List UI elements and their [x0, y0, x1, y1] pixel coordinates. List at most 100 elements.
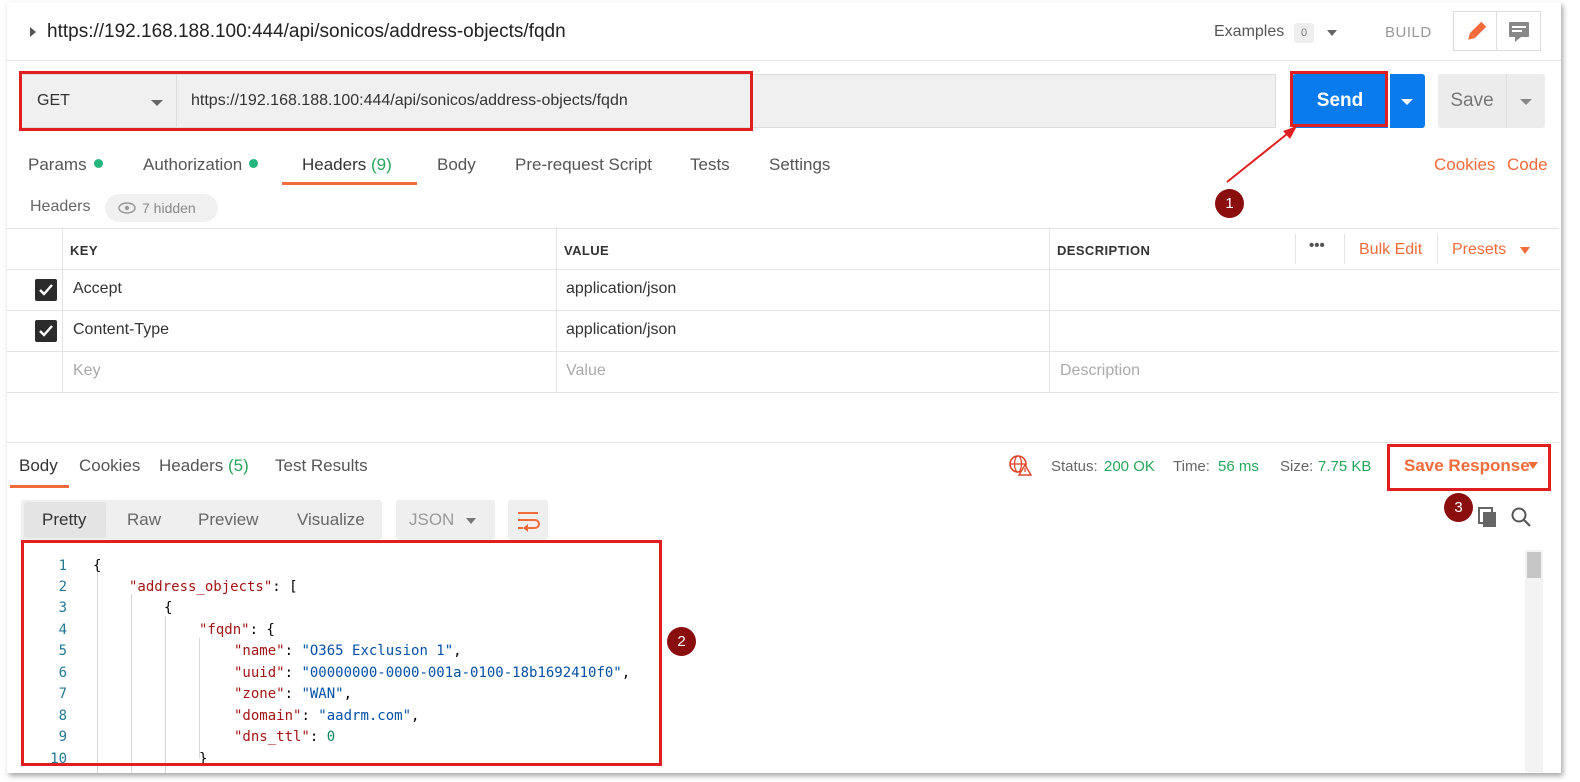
- tab-tests[interactable]: Tests: [690, 155, 730, 175]
- chevron-down-icon: [1401, 99, 1413, 105]
- save-response-button[interactable]: Save Response: [1404, 456, 1530, 476]
- bulk-edit-link[interactable]: Bulk Edit: [1359, 241, 1422, 259]
- hidden-headers-toggle[interactable]: 7 hidden: [105, 194, 218, 222]
- copy-icon[interactable]: [1476, 506, 1498, 528]
- code-line: "zone": "WAN",: [234, 686, 353, 702]
- header-enabled-checkbox[interactable]: [35, 279, 57, 301]
- table-border: [7, 310, 1559, 311]
- json-string: "aadrm.com": [318, 708, 412, 724]
- new-description-input[interactable]: Description: [1060, 362, 1140, 380]
- column-header-description: DESCRIPTION: [1057, 243, 1151, 258]
- save-options-button[interactable]: [1506, 74, 1545, 128]
- presets-dropdown[interactable]: Presets: [1452, 241, 1506, 259]
- json-key: "uuid": [234, 665, 285, 681]
- json-string: "WAN": [301, 686, 344, 702]
- active-response-tab-indicator: [10, 485, 69, 488]
- line-number: 8: [58, 708, 67, 724]
- column-header-value: VALUE: [564, 243, 610, 258]
- new-key-input[interactable]: Key: [73, 362, 101, 380]
- tab-body[interactable]: Body: [437, 155, 476, 175]
- editor-scrollbar-thumb[interactable]: [1527, 552, 1541, 578]
- response-tab-body[interactable]: Body: [19, 456, 58, 476]
- table-divider: [1049, 228, 1050, 393]
- method-select[interactable]: GET: [20, 74, 177, 128]
- section-divider: [7, 442, 1559, 443]
- build-mode-label[interactable]: BUILD: [1385, 24, 1432, 41]
- code-line: "domain": "aadrm.com",: [234, 708, 420, 724]
- tab-headers[interactable]: Headers (9): [302, 155, 392, 175]
- response-tab-cookies[interactable]: Cookies: [79, 456, 140, 476]
- code-token: : [: [272, 579, 298, 595]
- tab-settings[interactable]: Settings: [769, 155, 830, 175]
- code-line: {: [93, 558, 101, 574]
- line-number: 6: [58, 665, 67, 681]
- status-value[interactable]: 200 OK: [1104, 458, 1155, 475]
- header-value-cell[interactable]: application/json: [566, 321, 676, 339]
- code-token: {: [93, 558, 102, 574]
- size-value[interactable]: 7.75 KB: [1318, 458, 1371, 475]
- json-key: "fqdn": [199, 622, 250, 638]
- format-visualize[interactable]: Visualize: [297, 510, 365, 530]
- tab-params[interactable]: Params: [28, 155, 103, 175]
- line-number: 9: [58, 729, 67, 745]
- edit-mode-button[interactable]: [1453, 11, 1497, 51]
- more-options-icon[interactable]: •••: [1309, 237, 1325, 254]
- table-divider: [556, 228, 557, 393]
- line-number: 5: [58, 643, 67, 659]
- editor-scrollbar[interactable]: [1525, 550, 1543, 772]
- json-key: "zone": [234, 686, 285, 702]
- language-value: JSON: [409, 510, 455, 529]
- line-number: 2: [58, 579, 67, 595]
- send-options-button[interactable]: [1390, 74, 1425, 128]
- header-key-cell[interactable]: Accept: [73, 280, 122, 298]
- line-number: 1: [58, 558, 67, 574]
- chevron-down-icon[interactable]: [1520, 247, 1530, 254]
- code-line: "name": "O365 Exclusion 1",: [234, 643, 462, 659]
- comments-button[interactable]: [1497, 11, 1541, 51]
- format-raw[interactable]: Raw: [127, 510, 161, 530]
- chevron-down-icon[interactable]: [1327, 30, 1337, 36]
- format-pretty[interactable]: Pretty: [42, 510, 86, 530]
- request-title-bar: https://192.168.188.100:444/api/sonicos/…: [7, 2, 1561, 61]
- tab-prerequest-script[interactable]: Pre-request Script: [515, 155, 652, 175]
- method-value: GET: [37, 92, 70, 109]
- cookies-link[interactable]: Cookies: [1434, 155, 1495, 175]
- examples-button[interactable]: Examples: [1214, 23, 1284, 41]
- language-select[interactable]: JSON: [396, 500, 495, 540]
- response-tab-test-results[interactable]: Test Results: [275, 456, 368, 476]
- time-value[interactable]: 56 ms: [1218, 458, 1259, 475]
- tab-authorization[interactable]: Authorization: [143, 155, 259, 175]
- format-preview[interactable]: Preview: [198, 510, 258, 530]
- expand-caret-icon[interactable]: [30, 27, 36, 37]
- url-input[interactable]: https://192.168.188.100:444/api/sonicos/…: [176, 74, 1276, 128]
- json-string: "O365 Exclusion 1": [301, 643, 454, 659]
- save-button[interactable]: Save: [1438, 74, 1506, 128]
- header-enabled-checkbox[interactable]: [35, 320, 57, 342]
- active-tab-indicator: [282, 182, 417, 185]
- code-line: "uuid": "00000000-0000-001a-0100-18b1692…: [234, 665, 631, 681]
- table-divider: [1437, 234, 1438, 264]
- json-key: "domain": [234, 708, 302, 724]
- header-key-cell[interactable]: Content-Type: [73, 321, 169, 339]
- code-link[interactable]: Code: [1507, 155, 1548, 175]
- chevron-down-icon[interactable]: [1528, 462, 1538, 469]
- search-icon[interactable]: [1510, 506, 1532, 528]
- header-value-cell[interactable]: application/json: [566, 280, 676, 298]
- response-tab-headers[interactable]: Headers (5): [159, 456, 249, 476]
- wrap-lines-button[interactable]: [508, 500, 548, 540]
- line-number: 10: [50, 751, 67, 767]
- tab-params-label: Params: [28, 155, 87, 174]
- new-value-input[interactable]: Value: [566, 362, 606, 380]
- postman-window: https://192.168.188.100:444/api/sonicos/…: [7, 2, 1561, 773]
- table-border: [7, 228, 1559, 229]
- pencil-icon: [1468, 21, 1487, 40]
- tab-headers-label: Headers: [302, 155, 367, 174]
- globe-warning-icon[interactable]: [1008, 454, 1032, 476]
- response-headers-count: (5): [228, 456, 249, 475]
- table-border: [7, 392, 1559, 393]
- url-value: https://192.168.188.100:444/api/sonicos/…: [191, 92, 628, 109]
- indent-guide: [131, 594, 132, 773]
- annotation-badge-3: 3: [1444, 493, 1473, 522]
- request-title[interactable]: https://192.168.188.100:444/api/sonicos/…: [47, 21, 566, 43]
- wrap-lines-icon: [518, 512, 540, 532]
